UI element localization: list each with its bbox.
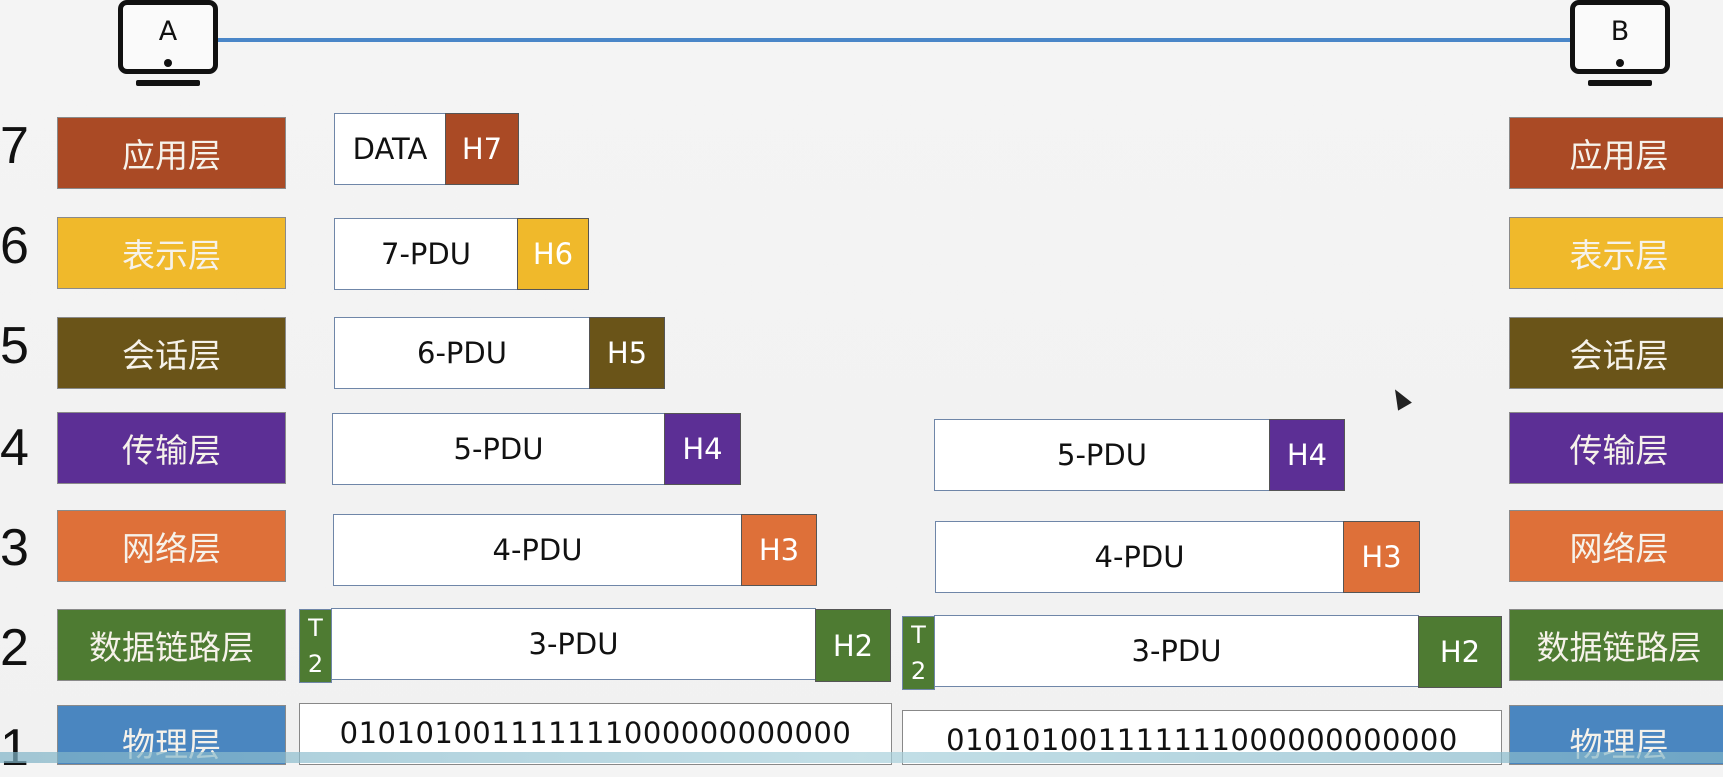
sender-l5-data: 6-PDU (334, 317, 590, 389)
layer-a-application: 应用层 (57, 117, 286, 189)
layer-a-session: 会话层 (57, 317, 286, 389)
layer-b-session: 会话层 (1509, 317, 1723, 389)
sender-l2-header: H2 (815, 609, 891, 682)
receiver-l2-data: 3-PDU (934, 615, 1419, 687)
sender-l2-data: 3-PDU (331, 608, 816, 680)
sender-l7-data: DATA (334, 113, 446, 185)
layer-b-presentation: 表示层 (1509, 217, 1723, 289)
sender-l4-data: 5-PDU (332, 413, 665, 485)
receiver-l3-header: H3 (1343, 521, 1420, 593)
layer-a-presentation: 表示层 (57, 217, 286, 289)
layer-number-1: 1 (0, 719, 29, 777)
host-b-computer-icon: B (1570, 0, 1670, 90)
layer-number-5: 5 (0, 317, 29, 375)
receiver-l4-header: H4 (1269, 419, 1345, 491)
layer-number-2: 2 (0, 619, 29, 677)
receiver-l4-data: 5-PDU (934, 419, 1270, 491)
layer-b-application: 应用层 (1509, 117, 1723, 189)
layer-b-network: 网络层 (1509, 510, 1723, 582)
receiver-l2-trailer-top: T (911, 621, 926, 649)
layer-number-3: 3 (0, 519, 29, 577)
sender-l2-trailer-top: T (308, 614, 323, 642)
mouse-cursor-icon (1388, 385, 1412, 411)
layer-number-7: 7 (0, 117, 29, 175)
layer-number-4: 4 (0, 419, 29, 477)
sender-l6-header: H6 (517, 218, 589, 290)
sender-l2-trailer: T 2 (299, 609, 332, 683)
sender-l6-data: 7-PDU (334, 218, 518, 290)
network-link (210, 38, 1572, 42)
receiver-l2-header: H2 (1418, 616, 1502, 688)
receiver-l2-trailer-bottom: 2 (910, 657, 927, 685)
layer-a-datalink: 数据链路层 (57, 609, 286, 681)
receiver-l2-trailer: T 2 (902, 616, 935, 690)
layer-number-6: 6 (0, 217, 29, 275)
bottom-decor-strip (0, 752, 1723, 763)
sender-l7-header: H7 (445, 113, 519, 185)
sender-l4-header: H4 (664, 413, 741, 485)
sender-l2-trailer-bottom: 2 (307, 650, 324, 678)
layer-b-transport: 传输层 (1509, 412, 1723, 484)
layer-a-transport: 传输层 (57, 412, 286, 484)
sender-l3-header: H3 (741, 514, 817, 586)
receiver-l3-data: 4-PDU (935, 521, 1344, 593)
sender-l3-data: 4-PDU (333, 514, 742, 586)
host-a-computer-icon: A (118, 0, 218, 90)
layer-a-network: 网络层 (57, 510, 286, 582)
host-a-label: A (158, 16, 178, 47)
layer-b-datalink: 数据链路层 (1509, 609, 1723, 681)
host-b-label: B (1610, 16, 1630, 47)
sender-l5-header: H5 (589, 317, 665, 389)
